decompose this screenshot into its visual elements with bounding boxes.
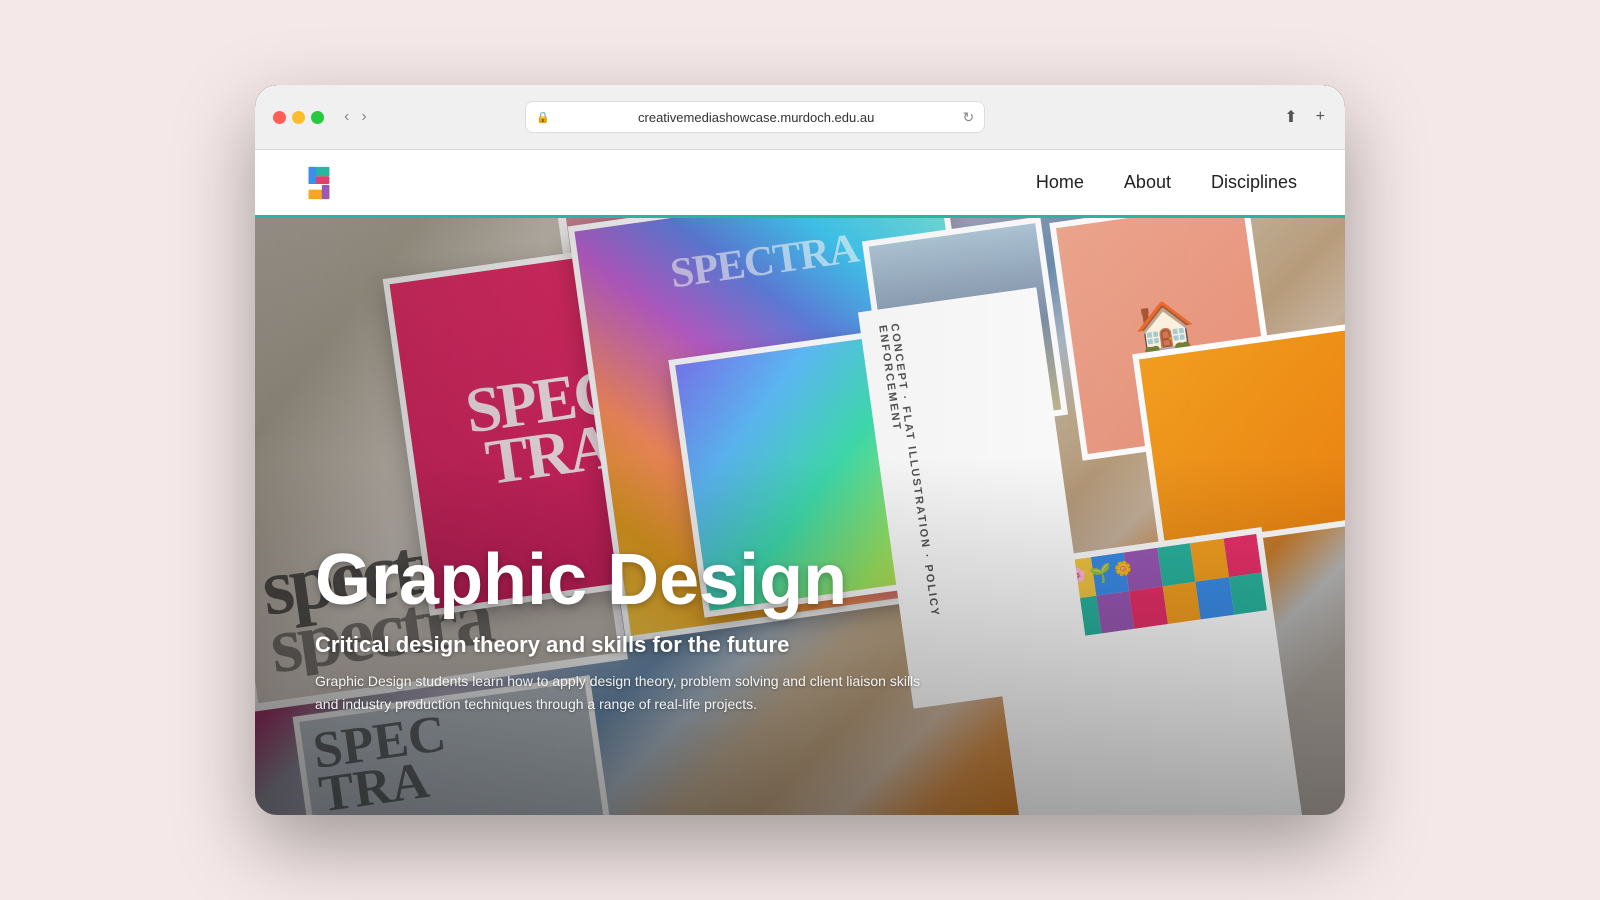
forward-button[interactable]: ›	[357, 107, 370, 127]
hero-subtitle: Critical design theory and skills for th…	[315, 632, 1145, 658]
browser-actions: ⬆ +	[1282, 105, 1327, 129]
new-tab-button[interactable]: +	[1314, 106, 1327, 128]
logo-icon	[303, 164, 335, 202]
hero-section: spectra spectra SPECTRA SPECTRA	[255, 218, 1345, 815]
website-content: Home About Disciplines spectra spectra	[255, 150, 1345, 815]
nav-about[interactable]: About	[1124, 172, 1171, 193]
nav-home[interactable]: Home	[1036, 172, 1084, 193]
nav-disciplines[interactable]: Disciplines	[1211, 172, 1297, 193]
fullscreen-button[interactable]	[311, 111, 324, 124]
device-frame: ‹ › 🔒 creativemediashowcase.murdoch.edu.…	[255, 85, 1345, 815]
reload-icon[interactable]: ↻	[962, 109, 974, 126]
hero-title: Graphic Design	[315, 543, 1145, 619]
address-bar[interactable]: 🔒 creativemediashowcase.murdoch.edu.au ↻	[525, 101, 985, 133]
lock-icon: 🔒	[536, 111, 550, 124]
url-text: creativemediashowcase.murdoch.edu.au	[556, 110, 957, 125]
close-button[interactable]	[273, 111, 286, 124]
minimize-button[interactable]	[292, 111, 305, 124]
back-button[interactable]: ‹	[340, 107, 353, 127]
share-button[interactable]: ⬆	[1282, 105, 1299, 129]
browser-nav-arrows: ‹ ›	[340, 107, 371, 127]
hero-description: Graphic Design students learn how to app…	[315, 670, 935, 715]
site-header: Home About Disciplines	[255, 150, 1345, 218]
site-nav: Home About Disciplines	[1036, 172, 1297, 193]
traffic-lights	[273, 111, 324, 124]
site-logo[interactable]	[303, 164, 335, 202]
hero-cards-layer: spectra spectra SPECTRA SPECTRA	[255, 218, 1345, 815]
hero-bottom-overlay	[255, 218, 1345, 815]
hero-content: Graphic Design Critical design theory an…	[315, 543, 1145, 715]
browser-chrome: ‹ › 🔒 creativemediashowcase.murdoch.edu.…	[255, 85, 1345, 150]
